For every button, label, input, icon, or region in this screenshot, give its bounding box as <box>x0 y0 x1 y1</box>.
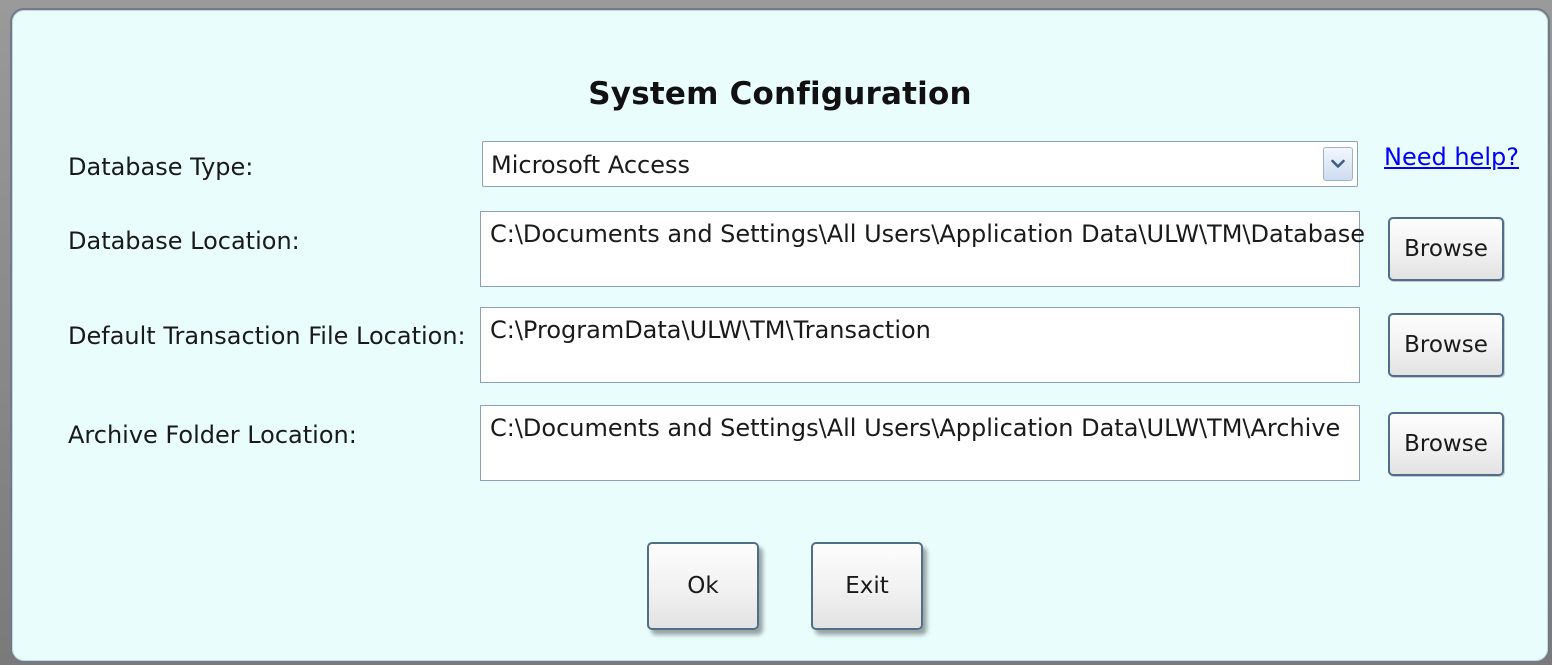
database-location-field[interactable]: C:\Documents and Settings\All Users\Appl… <box>480 211 1365 287</box>
database-type-value: Microsoft Access <box>491 151 691 179</box>
ok-button[interactable]: Ok <box>647 542 759 630</box>
transaction-location-browse-button[interactable]: Browse <box>1388 313 1504 377</box>
database-location-label: Database Location: <box>68 227 300 255</box>
transaction-location-field[interactable]: C:\ProgramData\ULW\TM\Transaction <box>480 307 1360 383</box>
archive-location-browse-button[interactable]: Browse <box>1388 412 1504 476</box>
need-help-link[interactable]: Need help? <box>1384 143 1519 171</box>
archive-location-value: C:\Documents and Settings\All Users\Appl… <box>490 414 1341 442</box>
dialog-title: System Configuration <box>588 76 972 112</box>
exit-button[interactable]: Exit <box>811 542 923 630</box>
database-location-browse-button[interactable]: Browse <box>1388 217 1504 281</box>
system-configuration-dialog: System Configuration Database Type: Micr… <box>10 8 1550 663</box>
dropdown-button[interactable] <box>1323 147 1353 181</box>
archive-location-label: Archive Folder Location: <box>68 421 357 449</box>
transaction-location-value: C:\ProgramData\ULW\TM\Transaction <box>490 316 931 344</box>
database-location-value: C:\Documents and Settings\All Users\Appl… <box>490 220 1366 248</box>
chevron-down-icon <box>1331 159 1345 168</box>
transaction-location-label: Default Transaction File Location: <box>68 322 466 350</box>
database-type-select[interactable]: Microsoft Access <box>482 141 1358 187</box>
archive-location-field[interactable]: C:\Documents and Settings\All Users\Appl… <box>480 405 1360 481</box>
database-type-label: Database Type: <box>68 153 254 181</box>
